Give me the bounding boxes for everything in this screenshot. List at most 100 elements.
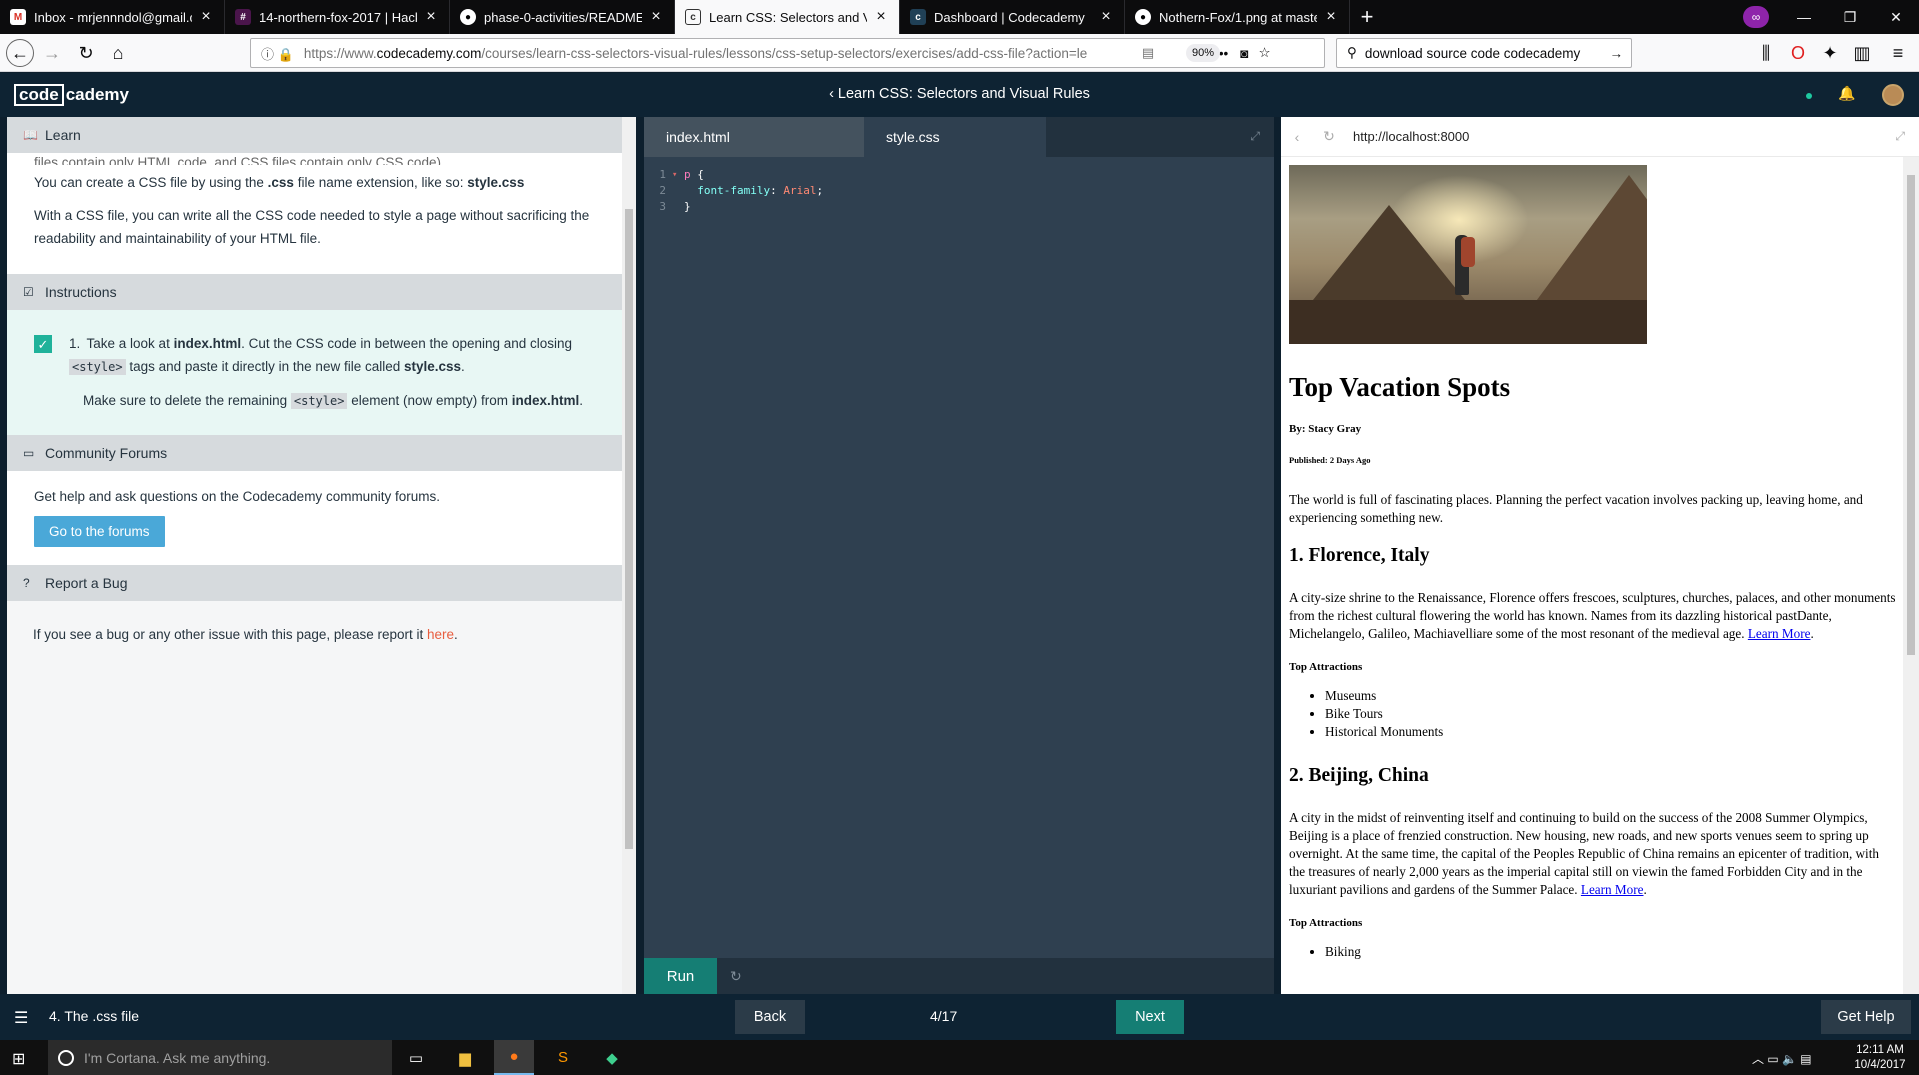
learn-content: files contain only HTML code, and CSS fi… xyxy=(7,153,622,274)
zoom-level[interactable]: 90% xyxy=(1186,44,1220,62)
editor-footer: Run ↻ xyxy=(644,958,1274,994)
run-button[interactable]: Run xyxy=(644,958,717,994)
code-editor: index.html style.css ⤢ 1 ▾ p { 2 font-fam… xyxy=(644,117,1274,994)
next-button[interactable]: Next xyxy=(1116,1000,1184,1034)
report-bug-link[interactable]: here xyxy=(427,627,454,642)
menu-icon[interactable]: ≡ xyxy=(1884,39,1912,67)
url-text[interactable]: https://www.codecademy.com/courses/learn… xyxy=(304,46,1134,61)
scrollbar-thumb[interactable] xyxy=(625,209,633,849)
learn-section-header[interactable]: 📖 Learn xyxy=(7,117,622,153)
close-icon[interactable]: × xyxy=(1098,8,1114,26)
home-icon[interactable]: ⌂ xyxy=(104,39,132,67)
learn-more-link[interactable]: Learn More xyxy=(1581,882,1644,897)
info-icon[interactable]: ⓘ 🔒 xyxy=(261,44,294,63)
page-heading: Top Vacation Spots xyxy=(1289,372,1511,402)
restore-icon[interactable]: ❐ xyxy=(1827,0,1873,34)
back-button[interactable]: Back xyxy=(735,1000,805,1034)
book-icon: 📖 xyxy=(23,128,38,142)
reader-view-icon[interactable]: ▤ xyxy=(1142,45,1154,61)
learn-paragraph: With a CSS file, you can write all the C… xyxy=(34,208,590,246)
course-title[interactable]: ‹ Learn CSS: Selectors and Visual Rules xyxy=(0,86,1919,102)
window-close-icon[interactable]: ✕ xyxy=(1873,0,1919,34)
lesson-name[interactable]: 4. The .css file xyxy=(49,1008,139,1024)
search-go-arrow-icon[interactable]: → xyxy=(1610,46,1624,61)
search-input[interactable]: download source code codecademy xyxy=(1365,46,1580,61)
tab-style-css[interactable]: style.css xyxy=(864,117,1046,157)
avatar[interactable] xyxy=(1882,84,1904,106)
expand-icon[interactable]: ⤢ xyxy=(1250,129,1260,144)
pocket-icon[interactable]: ◙ xyxy=(1240,46,1248,61)
reload-icon[interactable]: ↻ xyxy=(72,39,100,67)
browser-tab[interactable]: c Dashboard | Codecademy × xyxy=(900,0,1125,34)
firefox-icon[interactable]: ● xyxy=(494,1040,534,1075)
windows-start-icon[interactable]: ⊞ xyxy=(12,1049,25,1069)
help-circle-icon: ? xyxy=(23,576,30,590)
preview-scrollbar[interactable] xyxy=(1903,157,1919,994)
search-bar[interactable]: ⚲ download source code codecademy → xyxy=(1336,38,1632,68)
cortana-search[interactable]: I'm Cortana. Ask me anything. xyxy=(48,1040,392,1075)
close-icon[interactable]: × xyxy=(1323,8,1339,26)
attractions-list: Biking xyxy=(1325,943,1897,961)
github-icon: ● xyxy=(460,9,476,25)
lesson-progress: 4/17 xyxy=(930,1008,958,1024)
code-area[interactable]: 1 ▾ p { 2 font-family: Arial; 3 } xyxy=(644,157,1274,215)
clock[interactable]: 12:11 AM 10/4/2017 xyxy=(1850,1043,1910,1073)
browser-tab[interactable]: ● Nothern-Fox/1.png at master × xyxy=(1125,0,1350,34)
forums-content: Get help and ask questions on the Codeca… xyxy=(7,471,622,565)
learn-more-link[interactable]: Learn More xyxy=(1748,626,1811,641)
task-view-icon[interactable]: ▭ xyxy=(396,1040,436,1075)
close-icon[interactable]: × xyxy=(198,8,214,26)
git-kraken-icon[interactable]: ◆ xyxy=(592,1040,632,1075)
reset-icon[interactable]: ↻ xyxy=(730,968,742,985)
learn-text-partial: files contain only HTML code, and CSS fi… xyxy=(34,155,445,165)
get-help-button[interactable]: Get Help xyxy=(1821,1000,1911,1034)
extension-icon[interactable]: ✦ xyxy=(1816,39,1844,67)
preview-refresh-icon[interactable]: ↻ xyxy=(1313,128,1345,145)
section-heading: 1. Florence, Italy xyxy=(1289,545,1430,566)
windows-taskbar: ⊞ I'm Cortana. Ask me anything. ▭ ▆ ● S … xyxy=(0,1040,1919,1075)
minimize-icon[interactable]: — xyxy=(1781,0,1827,34)
opera-icon[interactable]: O xyxy=(1784,39,1812,67)
url-bar[interactable]: ⓘ 🔒 https://www.codecademy.com/courses/l… xyxy=(250,38,1325,68)
tab-title: 14-northern-fox-2017 | Hacktiv8 xyxy=(259,9,417,25)
library-icon[interactable]: ⫼ xyxy=(1752,39,1780,67)
close-icon[interactable]: × xyxy=(873,8,889,26)
close-icon[interactable]: × xyxy=(423,8,439,26)
instruction-step: 1. Take a look at index.html. Cut the CS… xyxy=(69,332,596,413)
preview-back-icon[interactable]: ‹ xyxy=(1281,129,1313,145)
expand-icon[interactable]: ⤢ xyxy=(1895,129,1905,144)
browser-tab-active[interactable]: c Learn CSS: Selectors and Visual × xyxy=(675,0,900,34)
forward-arrow-icon[interactable]: → xyxy=(38,39,66,67)
go-to-forums-button[interactable]: Go to the forums xyxy=(34,516,165,547)
forum-icon: ▭ xyxy=(23,446,35,460)
tab-index-html[interactable]: index.html xyxy=(644,117,864,157)
sublime-text-icon[interactable]: S xyxy=(543,1040,583,1075)
system-tray-icons[interactable]: ︿ ▭ 🔈 ▤ xyxy=(1752,1050,1812,1067)
codecademy-header: code cademy ‹ Learn CSS: Selectors and Vi… xyxy=(0,73,1919,117)
scrollbar-thumb[interactable] xyxy=(1907,175,1915,655)
browser-tab[interactable]: # 14-northern-fox-2017 | Hacktiv8 × xyxy=(225,0,450,34)
bookmark-star-icon[interactable]: ☆ xyxy=(1258,45,1270,61)
report-bug-section-header[interactable]: ? Report a Bug xyxy=(7,565,622,601)
hamburger-menu-icon[interactable]: ☰ xyxy=(14,1008,28,1028)
instructions-section-header[interactable]: ☑ Instructions xyxy=(7,274,622,310)
close-icon[interactable]: × xyxy=(648,8,664,26)
lesson-footer: ☰ 4. The .css file Back 4/17 Next Get He… xyxy=(0,994,1919,1040)
beijing-paragraph: A city in the midst of reinventing itsel… xyxy=(1289,810,1879,897)
file-explorer-icon[interactable]: ▆ xyxy=(445,1040,485,1075)
browser-tab[interactable]: M Inbox - mrjennndol@gmail.com × xyxy=(0,0,225,34)
private-mask-icon[interactable]: ∞ xyxy=(1743,6,1769,28)
code-line: 1 ▾ p { xyxy=(659,167,704,183)
status-dot-icon xyxy=(1806,93,1812,99)
new-tab-button[interactable]: + xyxy=(1350,0,1384,34)
browser-preview: ‹ ↻ http://localhost:8000 ⤢ Top Vacation… xyxy=(1281,117,1919,994)
sidebar-icon[interactable]: ▥ xyxy=(1848,39,1876,67)
back-arrow-icon[interactable]: ← xyxy=(6,39,34,67)
lesson-panel-scrollbar[interactable] xyxy=(622,117,636,994)
fold-arrow-icon[interactable]: ▾ xyxy=(672,167,684,183)
forums-section-header[interactable]: ▭ Community Forums xyxy=(7,435,622,471)
tab-title: Inbox - mrjennndol@gmail.com xyxy=(34,9,192,25)
notification-bell-icon[interactable]: 🔔 xyxy=(1838,85,1855,102)
browser-tab[interactable]: ● phase-0-activities/README-WE × xyxy=(450,0,675,34)
attractions-heading: Top Attractions xyxy=(1289,917,1363,929)
